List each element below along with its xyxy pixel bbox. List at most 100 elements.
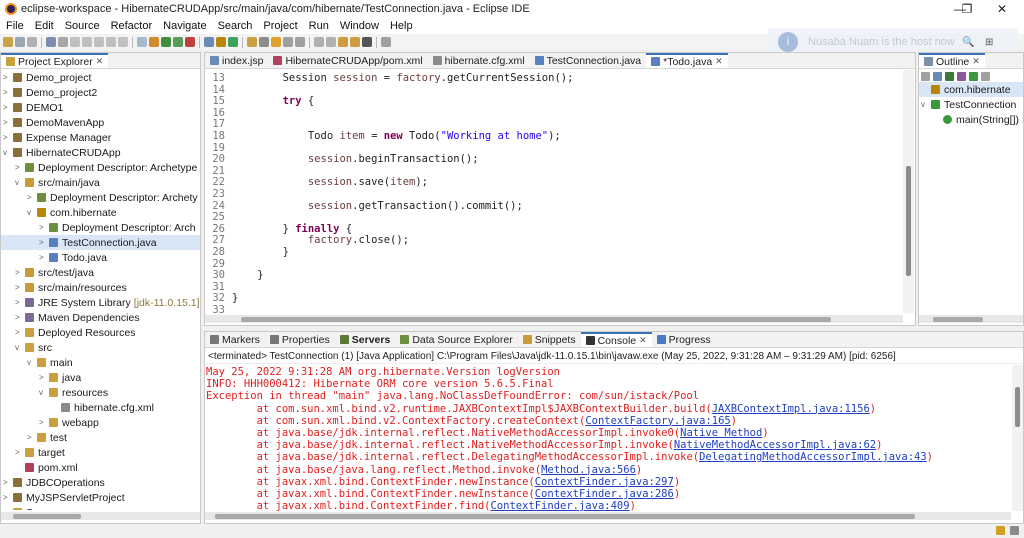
- tree-item[interactable]: > Deployment Descriptor: Archety: [27, 190, 198, 205]
- tab-snippets[interactable]: Snippets: [518, 332, 581, 347]
- tree-item[interactable]: > target: [15, 445, 65, 460]
- save-icon[interactable]: [15, 37, 25, 47]
- stack-trace-link[interactable]: Native Method: [680, 427, 762, 439]
- new-icon[interactable]: [3, 37, 13, 47]
- stack-trace-link[interactable]: JAXBContextImpl.java:1156: [712, 403, 870, 415]
- step-into-icon[interactable]: [106, 37, 116, 47]
- menu-source[interactable]: Source: [65, 20, 100, 32]
- hide-static-icon[interactable]: [957, 71, 966, 81]
- tab-editor[interactable]: *Todo.java ✕: [646, 53, 728, 68]
- tree-item[interactable]: > TestConnection.java: [1, 235, 200, 250]
- hide-fields-icon[interactable]: [945, 71, 954, 81]
- tree-item[interactable]: > Demo_project2: [3, 85, 97, 100]
- close-icon[interactable]: ✕: [715, 56, 723, 67]
- chevron-right-icon[interactable]: >: [15, 283, 23, 292]
- coverage-icon[interactable]: [173, 37, 183, 47]
- tree-item[interactable]: v resources: [39, 385, 108, 400]
- back-icon[interactable]: [350, 37, 360, 47]
- tree-item[interactable]: > Deployment Descriptor: Archetype: [15, 160, 197, 175]
- horizontal-scrollbar[interactable]: [1, 512, 200, 520]
- tab-properties[interactable]: Properties: [265, 332, 335, 347]
- suspend-icon[interactable]: [82, 37, 92, 47]
- resume-icon[interactable]: [70, 37, 80, 47]
- tree-item[interactable]: > src/main/resources: [15, 280, 127, 295]
- tree-item[interactable]: hibernate.cfg.xml: [51, 400, 154, 415]
- tree-item[interactable]: > Deployment Descriptor: Arch: [39, 220, 196, 235]
- chevron-right-icon[interactable]: >: [15, 448, 23, 457]
- save-all-icon[interactable]: [27, 37, 37, 47]
- chevron-down-icon[interactable]: v: [27, 208, 35, 217]
- chevron-right-icon[interactable]: >: [3, 493, 11, 502]
- menu-file[interactable]: File: [6, 20, 24, 32]
- new-class-icon[interactable]: [228, 37, 238, 47]
- menu-project[interactable]: Project: [263, 20, 297, 32]
- menu-run[interactable]: Run: [309, 20, 329, 32]
- editor-horizontal-scrollbar[interactable]: [205, 315, 903, 323]
- chevron-right-icon[interactable]: >: [27, 433, 35, 442]
- chevron-down-icon[interactable]: v: [39, 388, 47, 397]
- close-icon[interactable]: ✕: [972, 56, 980, 67]
- chevron-right-icon[interactable]: >: [3, 508, 11, 510]
- stack-trace-link[interactable]: ContextFactory.java:165: [585, 415, 730, 427]
- tab-editor[interactable]: hibernate.cfg.xml: [428, 53, 530, 68]
- stack-trace-link[interactable]: NativeMethodAccessorImpl.java:62: [674, 439, 876, 451]
- tree-item[interactable]: > Maven Dependencies: [15, 310, 140, 325]
- tree-item[interactable]: > Servers: [3, 505, 62, 510]
- sort-icon[interactable]: [933, 71, 942, 81]
- annotation-icon[interactable]: [271, 37, 281, 47]
- chevron-right-icon[interactable]: >: [39, 223, 47, 232]
- chevron-down-icon[interactable]: v: [15, 343, 23, 352]
- tab-project-explorer[interactable]: Project Explorer ✕: [1, 53, 109, 68]
- view-menu-icon[interactable]: [981, 71, 990, 81]
- tab-editor[interactable]: TestConnection.java: [530, 53, 647, 68]
- next-annotation-icon[interactable]: [314, 37, 324, 47]
- chevron-down-icon[interactable]: v: [3, 148, 11, 157]
- tree-item[interactable]: > webapp: [39, 415, 99, 430]
- perspective-icon[interactable]: ⊞: [985, 37, 993, 48]
- chevron-right-icon[interactable]: >: [3, 478, 11, 487]
- tab-data-source-explorer[interactable]: Data Source Explorer: [395, 332, 517, 347]
- notifications-icon[interactable]: [1010, 526, 1019, 535]
- skip-breakpoints-icon[interactable]: [58, 37, 68, 47]
- tab-editor[interactable]: index.jsp: [205, 53, 268, 68]
- code-editor[interactable]: 13 Session session = factory.getCurrentS…: [205, 70, 915, 313]
- chevron-right-icon[interactable]: >: [15, 298, 23, 307]
- close-icon[interactable]: ✕: [639, 335, 647, 346]
- tree-item[interactable]: > Demo_project: [3, 70, 91, 85]
- last-edit-icon[interactable]: [338, 37, 348, 47]
- tab-servers[interactable]: Servers: [335, 332, 396, 347]
- terminate-icon[interactable]: [94, 37, 104, 47]
- menu-window[interactable]: Window: [340, 20, 379, 32]
- chevron-right-icon[interactable]: >: [3, 133, 11, 142]
- new-java-project-icon[interactable]: [204, 37, 214, 47]
- step-over-icon[interactable]: [118, 37, 128, 47]
- chevron-right-icon[interactable]: >: [15, 163, 23, 172]
- chevron-down-icon[interactable]: v: [921, 100, 929, 109]
- console-vertical-scrollbar[interactable]: [1012, 365, 1023, 511]
- console-output[interactable]: May 25, 2022 9:31:28 AM org.hibernate.Ve…: [205, 365, 1011, 511]
- stack-trace-link[interactable]: DelegatingMethodAccessorImpl.java:43: [699, 451, 927, 463]
- tab-markers[interactable]: Markers: [205, 332, 265, 347]
- debug-dropdown-icon[interactable]: [149, 37, 159, 47]
- tree-item[interactable]: > src/test/java: [15, 265, 94, 280]
- tree-item[interactable]: > MyJSPServletProject: [3, 490, 125, 505]
- run-icon[interactable]: [161, 37, 171, 47]
- tree-item[interactable]: v src: [15, 340, 52, 355]
- tree-item[interactable]: > DemoMavenApp: [3, 115, 104, 130]
- tab-editor[interactable]: HibernateCRUDApp/pom.xml: [268, 53, 427, 68]
- chevron-right-icon[interactable]: >: [27, 193, 35, 202]
- terminal-icon[interactable]: [46, 37, 56, 47]
- tree-item[interactable]: > Deployed Resources: [15, 325, 135, 340]
- menu-search[interactable]: Search: [218, 20, 253, 32]
- open-perspective-icon[interactable]: [381, 37, 391, 47]
- chevron-down-icon[interactable]: v: [15, 178, 23, 187]
- console-horizontal-scrollbar[interactable]: [205, 512, 1011, 520]
- chevron-right-icon[interactable]: >: [39, 238, 47, 247]
- stack-trace-link[interactable]: Method.java:566: [541, 464, 636, 476]
- stack-trace-link[interactable]: ContextFinder.java:297: [535, 476, 674, 488]
- hide-nonpublic-icon[interactable]: [969, 71, 978, 81]
- pin-icon[interactable]: [283, 37, 293, 47]
- tab-progress[interactable]: Progress: [652, 332, 716, 347]
- tree-item[interactable]: v src/main/java: [15, 175, 100, 190]
- editor-vertical-scrollbar[interactable]: [903, 70, 914, 313]
